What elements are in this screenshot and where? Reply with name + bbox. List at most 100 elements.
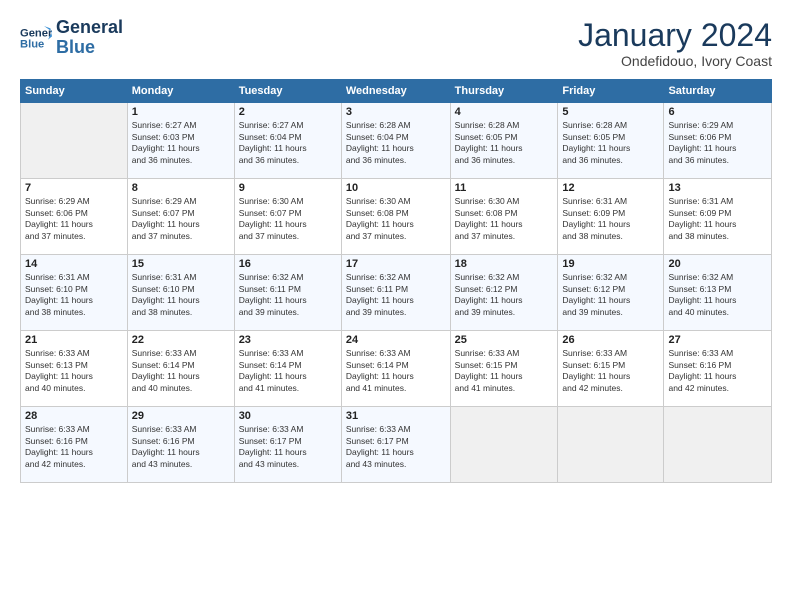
- day-info: Sunrise: 6:31 AM Sunset: 6:10 PM Dayligh…: [132, 272, 230, 318]
- day-info: Sunrise: 6:29 AM Sunset: 6:06 PM Dayligh…: [25, 196, 123, 242]
- table-row: 20 Sunrise: 6:32 AM Sunset: 6:13 PM Dayli…: [664, 255, 772, 331]
- day-number: 6: [668, 106, 767, 118]
- day-number: 2: [239, 106, 337, 118]
- day-info: Sunrise: 6:33 AM Sunset: 6:14 PM Dayligh…: [132, 348, 230, 394]
- day-info: Sunrise: 6:33 AM Sunset: 6:15 PM Dayligh…: [455, 348, 554, 394]
- day-number: 11: [455, 182, 554, 194]
- title-block: January 2024 Ondefidouo, Ivory Coast: [578, 18, 772, 69]
- day-number: 13: [668, 182, 767, 194]
- table-row: 21Sunrise: 6:33 AM Sunset: 6:13 PM Dayli…: [21, 331, 128, 407]
- col-saturday: Saturday: [664, 80, 772, 103]
- week-row-0: 1 Sunrise: 6:27 AM Sunset: 6:03 PM Daylig…: [21, 103, 772, 179]
- table-row: 6 Sunrise: 6:29 AM Sunset: 6:06 PM Daylig…: [664, 103, 772, 179]
- table-row: 3 Sunrise: 6:28 AM Sunset: 6:04 PM Daylig…: [341, 103, 450, 179]
- day-info: Sunrise: 6:27 AM Sunset: 6:03 PM Dayligh…: [132, 120, 230, 166]
- day-number: 28: [25, 410, 123, 422]
- table-row: 26Sunrise: 6:33 AM Sunset: 6:15 PM Dayli…: [558, 331, 664, 407]
- table-row: [450, 407, 558, 483]
- day-info: Sunrise: 6:31 AM Sunset: 6:09 PM Dayligh…: [562, 196, 659, 242]
- table-row: 16Sunrise: 6:32 AM Sunset: 6:11 PM Dayli…: [234, 255, 341, 331]
- day-number: 23: [239, 334, 337, 346]
- day-info: Sunrise: 6:33 AM Sunset: 6:17 PM Dayligh…: [346, 424, 446, 470]
- day-info: Sunrise: 6:30 AM Sunset: 6:08 PM Dayligh…: [455, 196, 554, 242]
- day-number: 10: [346, 182, 446, 194]
- month-title: January 2024: [578, 18, 772, 53]
- day-info: Sunrise: 6:32 AM Sunset: 6:11 PM Dayligh…: [346, 272, 446, 318]
- calendar-table: Sunday Monday Tuesday Wednesday Thursday…: [20, 79, 772, 483]
- day-number: 18: [455, 258, 554, 270]
- day-number: 31: [346, 410, 446, 422]
- day-info: Sunrise: 6:28 AM Sunset: 6:05 PM Dayligh…: [562, 120, 659, 166]
- day-info: Sunrise: 6:33 AM Sunset: 6:17 PM Dayligh…: [239, 424, 337, 470]
- day-info: Sunrise: 6:31 AM Sunset: 6:09 PM Dayligh…: [668, 196, 767, 242]
- logo-line1: General: [56, 18, 123, 38]
- page: General Blue General Blue January 2024 O…: [0, 0, 792, 612]
- table-row: 8 Sunrise: 6:29 AM Sunset: 6:07 PM Daylig…: [127, 179, 234, 255]
- table-row: 14Sunrise: 6:31 AM Sunset: 6:10 PM Dayli…: [21, 255, 128, 331]
- table-row: 15 Sunrise: 6:31 AM Sunset: 6:10 PM Dayli…: [127, 255, 234, 331]
- table-row: 7Sunrise: 6:29 AM Sunset: 6:06 PM Daylig…: [21, 179, 128, 255]
- day-info: Sunrise: 6:29 AM Sunset: 6:07 PM Dayligh…: [132, 196, 230, 242]
- header: General Blue General Blue January 2024 O…: [20, 18, 772, 69]
- day-number: 15: [132, 258, 230, 270]
- table-row: 2 Sunrise: 6:27 AM Sunset: 6:04 PM Daylig…: [234, 103, 341, 179]
- day-number: 1: [132, 106, 230, 118]
- day-info: Sunrise: 6:32 AM Sunset: 6:11 PM Dayligh…: [239, 272, 337, 318]
- table-row: [21, 103, 128, 179]
- table-row: 23 Sunrise: 6:33 AM Sunset: 6:14 PM Dayli…: [234, 331, 341, 407]
- col-wednesday: Wednesday: [341, 80, 450, 103]
- table-row: 29 Sunrise: 6:33 AM Sunset: 6:16 PM Dayli…: [127, 407, 234, 483]
- day-number: 25: [455, 334, 554, 346]
- table-row: 12Sunrise: 6:31 AM Sunset: 6:09 PM Dayli…: [558, 179, 664, 255]
- table-row: 13 Sunrise: 6:31 AM Sunset: 6:09 PM Dayli…: [664, 179, 772, 255]
- table-row: [664, 407, 772, 483]
- week-row-2: 14 Sunrise: 6:31 AM Sunset: 6:10 PM Dayli…: [21, 255, 772, 331]
- week-row-1: 7Sunrise: 6:29 AM Sunset: 6:06 PM Daylig…: [21, 179, 772, 255]
- day-number: 26: [562, 334, 659, 346]
- day-info: Sunrise: 6:33 AM Sunset: 6:16 PM Dayligh…: [25, 424, 123, 470]
- day-info: Sunrise: 6:28 AM Sunset: 6:04 PM Dayligh…: [346, 120, 446, 166]
- day-info: Sunrise: 6:32 AM Sunset: 6:12 PM Dayligh…: [562, 272, 659, 318]
- day-info: Sunrise: 6:33 AM Sunset: 6:13 PM Dayligh…: [25, 348, 123, 394]
- table-row: 24Sunrise: 6:33 AM Sunset: 6:14 PM Dayli…: [341, 331, 450, 407]
- day-number: 27: [668, 334, 767, 346]
- table-row: 22Sunrise: 6:33 AM Sunset: 6:14 PM Dayli…: [127, 331, 234, 407]
- day-number: 8: [132, 182, 230, 194]
- col-sunday: Sunday: [21, 80, 128, 103]
- day-info: Sunrise: 6:33 AM Sunset: 6:14 PM Dayligh…: [346, 348, 446, 394]
- day-info: Sunrise: 6:29 AM Sunset: 6:06 PM Dayligh…: [668, 120, 767, 166]
- table-row: 5 Sunrise: 6:28 AM Sunset: 6:05 PM Daylig…: [558, 103, 664, 179]
- location-subtitle: Ondefidouo, Ivory Coast: [578, 53, 772, 69]
- day-number: 29: [132, 410, 230, 422]
- table-row: 19 Sunrise: 6:32 AM Sunset: 6:12 PM Dayli…: [558, 255, 664, 331]
- day-number: 5: [562, 106, 659, 118]
- day-number: 4: [455, 106, 554, 118]
- day-number: 20: [668, 258, 767, 270]
- day-number: 14: [25, 258, 123, 270]
- day-info: Sunrise: 6:27 AM Sunset: 6:04 PM Dayligh…: [239, 120, 337, 166]
- day-info: Sunrise: 6:33 AM Sunset: 6:14 PM Dayligh…: [239, 348, 337, 394]
- table-row: 11 Sunrise: 6:30 AM Sunset: 6:08 PM Dayli…: [450, 179, 558, 255]
- day-info: Sunrise: 6:32 AM Sunset: 6:13 PM Dayligh…: [668, 272, 767, 318]
- week-row-3: 21Sunrise: 6:33 AM Sunset: 6:13 PM Dayli…: [21, 331, 772, 407]
- table-row: 27Sunrise: 6:33 AM Sunset: 6:16 PM Dayli…: [664, 331, 772, 407]
- table-row: 25 Sunrise: 6:33 AM Sunset: 6:15 PM Dayli…: [450, 331, 558, 407]
- day-number: 9: [239, 182, 337, 194]
- day-number: 30: [239, 410, 337, 422]
- col-tuesday: Tuesday: [234, 80, 341, 103]
- day-number: 19: [562, 258, 659, 270]
- logo-text: General Blue: [56, 18, 123, 58]
- col-friday: Friday: [558, 80, 664, 103]
- day-number: 17: [346, 258, 446, 270]
- col-monday: Monday: [127, 80, 234, 103]
- logo-line2: Blue: [56, 38, 123, 58]
- day-info: Sunrise: 6:33 AM Sunset: 6:16 PM Dayligh…: [132, 424, 230, 470]
- table-row: 28 Sunrise: 6:33 AM Sunset: 6:16 PM Dayli…: [21, 407, 128, 483]
- day-number: 3: [346, 106, 446, 118]
- table-row: 10Sunrise: 6:30 AM Sunset: 6:08 PM Dayli…: [341, 179, 450, 255]
- logo: General Blue General Blue: [20, 18, 123, 58]
- svg-text:General: General: [20, 27, 52, 39]
- header-row: Sunday Monday Tuesday Wednesday Thursday…: [21, 80, 772, 103]
- day-info: Sunrise: 6:32 AM Sunset: 6:12 PM Dayligh…: [455, 272, 554, 318]
- table-row: 1 Sunrise: 6:27 AM Sunset: 6:03 PM Daylig…: [127, 103, 234, 179]
